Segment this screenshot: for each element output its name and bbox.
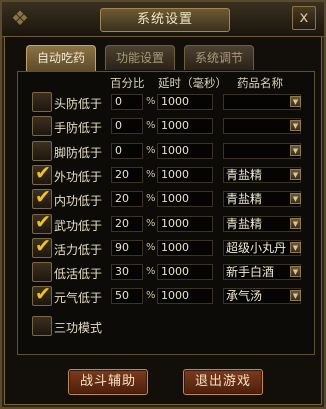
percent-sign: %: [146, 168, 156, 180]
delay-input[interactable]: 1000: [157, 142, 213, 159]
potion-checkbox[interactable]: ✔: [32, 161, 52, 185]
potion-row: 脚防低于 0 % 1000 ▼: [32, 140, 312, 163]
sangong-mode-row: 三功模式: [32, 316, 312, 338]
dropdown-arrow-icon[interactable]: ▼: [290, 217, 301, 229]
check-icon: ✔: [35, 283, 51, 306]
potion-row: ✔ 活力低于 90 % 1000 超级小丸丹 ▼: [32, 234, 312, 260]
check-icon: ✔: [35, 186, 51, 209]
delay-input[interactable]: 1000: [157, 288, 213, 305]
percent-input[interactable]: 0: [111, 118, 143, 135]
percent-input[interactable]: 0: [111, 94, 143, 110]
tab-auto-medicine[interactable]: 自动吃药: [26, 45, 96, 72]
header-percent: 百分比: [110, 76, 145, 90]
percent-input[interactable]: 20: [111, 166, 143, 183]
potion-row: ✔ 内功低于 20 % 1000 青盐精 ▼: [32, 186, 312, 211]
settings-window: ❖ 系统设置 x 自动吃药 功能设置 系统调节 百分比 延时（毫秒） 药品名称 …: [0, 0, 326, 409]
tab-system-adjust[interactable]: 系统调节: [184, 45, 254, 70]
dropdown-arrow-icon[interactable]: ▼: [290, 120, 301, 132]
percent-input[interactable]: 0: [111, 142, 143, 159]
potion-label: 头防低于: [54, 97, 103, 111]
check-icon: ✔: [35, 161, 51, 184]
dropdown-arrow-icon[interactable]: ▼: [290, 241, 301, 253]
potion-label: 武功低于: [54, 218, 103, 233]
potion-label: 内功低于: [54, 194, 103, 209]
dropdown-arrow-icon[interactable]: ▼: [290, 290, 301, 302]
percent-sign: %: [146, 266, 156, 278]
dropdown-arrow-icon[interactable]: ▼: [290, 144, 301, 156]
header-delay: 延时（毫秒）: [158, 76, 227, 90]
percent-input[interactable]: 90: [111, 239, 143, 256]
delay-input[interactable]: 1000: [157, 264, 213, 281]
percent-input[interactable]: 20: [111, 191, 143, 208]
delay-input[interactable]: 1000: [157, 215, 213, 232]
percent-sign: %: [146, 241, 156, 253]
tab-function-settings[interactable]: 功能设置: [105, 45, 175, 70]
potion-row: 低活低于 30 % 1000 新手白酒 ▼: [32, 262, 312, 284]
potion-checkbox[interactable]: ✔: [32, 283, 52, 307]
percent-sign: %: [146, 96, 156, 107]
close-button[interactable]: x: [292, 6, 316, 30]
percent-input[interactable]: 50: [111, 288, 143, 305]
potion-checkbox[interactable]: [32, 262, 52, 283]
potion-row: ✔ 元气低于 50 % 1000 承气汤 ▼: [32, 283, 312, 308]
potion-checkbox[interactable]: [32, 92, 52, 112]
dropdown-arrow-icon[interactable]: ▼: [290, 168, 301, 180]
dropdown-arrow-icon[interactable]: ▼: [290, 96, 301, 107]
potion-label: 低活低于: [54, 267, 103, 282]
dropdown-arrow-icon[interactable]: ▼: [290, 266, 301, 278]
title-bar: ❖ 系统设置 x: [2, 2, 324, 37]
window-title: 系统设置: [100, 8, 230, 32]
potion-label: 手防低于: [54, 121, 103, 136]
delay-input[interactable]: 1000: [157, 94, 213, 110]
percent-sign: %: [146, 217, 156, 229]
sangong-mode-label: 三功模式: [54, 321, 103, 335]
delay-input[interactable]: 1000: [157, 239, 213, 256]
potion-row: ✔ 外功低于 20 % 1000 青盐精 ▼: [32, 161, 312, 187]
percent-sign: %: [146, 193, 156, 205]
delay-input[interactable]: 1000: [157, 166, 213, 183]
percent-sign: %: [146, 290, 156, 302]
potion-row: 手防低于 0 % 1000 ▼: [32, 116, 312, 138]
potion-row: 头防低于 0 % 1000 ▼: [32, 92, 312, 114]
battle-assist-button[interactable]: 战斗辅助: [68, 369, 148, 395]
delay-input[interactable]: 1000: [157, 118, 213, 135]
delay-input[interactable]: 1000: [157, 191, 213, 208]
potion-label: 活力低于: [54, 242, 103, 257]
potion-label: 脚防低于: [54, 145, 103, 160]
percent-sign: %: [146, 120, 156, 132]
potion-label: 外功低于: [54, 169, 103, 184]
corner-ornament-icon: ❖: [11, 6, 29, 30]
potion-checkbox[interactable]: [32, 116, 52, 137]
potion-checkbox[interactable]: ✔: [32, 234, 52, 258]
potion-label: 元气低于: [54, 291, 103, 306]
percent-sign: %: [146, 144, 156, 156]
check-icon: ✔: [35, 210, 51, 233]
potion-checkbox[interactable]: [32, 140, 52, 161]
potion-row: ✔ 武功低于 20 % 1000 青盐精 ▼: [32, 210, 312, 236]
percent-input[interactable]: 20: [111, 215, 143, 232]
percent-input[interactable]: 30: [111, 264, 143, 281]
potion-checkbox[interactable]: ✔: [32, 186, 52, 210]
sangong-mode-checkbox[interactable]: [32, 316, 52, 336]
dropdown-arrow-icon[interactable]: ▼: [290, 193, 301, 205]
potion-checkbox[interactable]: ✔: [32, 210, 52, 234]
exit-game-button[interactable]: 退出游戏: [183, 369, 263, 395]
check-icon: ✔: [35, 234, 51, 257]
header-drug-name: 药品名称: [237, 76, 283, 90]
